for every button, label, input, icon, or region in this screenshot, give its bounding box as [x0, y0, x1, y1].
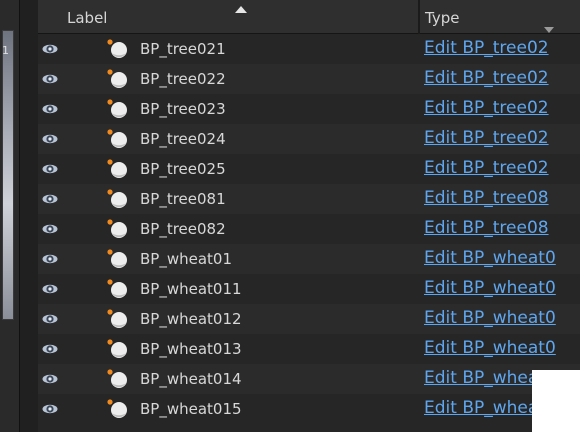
list-item[interactable]: BP_tree024 Edit BP_tree02: [38, 124, 580, 154]
row-label: BP_wheat01: [140, 250, 232, 268]
eye-icon[interactable]: [42, 134, 58, 144]
actor-sphere-icon: [107, 279, 127, 298]
eye-icon[interactable]: [42, 284, 58, 294]
viewport-preview: [2, 30, 14, 320]
actor-sphere-icon: [107, 249, 127, 268]
row-label: BP_tree081: [140, 190, 226, 208]
list-item[interactable]: BP_wheat01 Edit BP_wheat0: [38, 244, 580, 274]
eye-icon[interactable]: [42, 194, 58, 204]
actor-sphere-icon: [107, 309, 127, 328]
row-label: BP_wheat013: [140, 340, 242, 358]
eye-icon[interactable]: [42, 314, 58, 324]
edit-blueprint-link[interactable]: Edit BP_tree08: [424, 218, 549, 238]
row-label: BP_tree021: [140, 40, 226, 58]
list-item[interactable]: BP_tree023 Edit BP_tree02: [38, 94, 580, 124]
list-item[interactable]: BP_wheat014 Edit BP_wheat0: [38, 364, 580, 394]
viewport-edge-text: 1: [2, 44, 9, 57]
eye-icon[interactable]: [42, 254, 58, 264]
edit-blueprint-link[interactable]: Edit BP_wheat0: [424, 338, 556, 358]
actor-sphere-icon: [107, 69, 127, 88]
outliner-header: Label Type: [38, 0, 580, 34]
row-label: BP_wheat015: [140, 400, 242, 418]
list-item-partial: [38, 424, 580, 432]
list-item[interactable]: BP_tree022 Edit BP_tree02: [38, 64, 580, 94]
row-label: BP_tree025: [140, 160, 226, 178]
world-outliner: Label Type BP_tree021 Edit BP_tree02 BP_…: [38, 0, 580, 432]
list-item[interactable]: BP_wheat015 Edit BP_wheat0: [38, 394, 580, 424]
list-item[interactable]: BP_wheat012 Edit BP_wheat0: [38, 304, 580, 334]
actor-sphere-icon: [107, 159, 127, 178]
row-label: BP_tree024: [140, 130, 226, 148]
edit-blueprint-link[interactable]: Edit BP_tree02: [424, 128, 549, 148]
edit-blueprint-link[interactable]: Edit BP_tree02: [424, 158, 549, 178]
list-item[interactable]: BP_tree081 Edit BP_tree08: [38, 184, 580, 214]
edit-blueprint-link[interactable]: Edit BP_tree02: [424, 98, 549, 118]
edit-blueprint-link[interactable]: Edit BP_tree08: [424, 188, 549, 208]
sort-ascending-icon[interactable]: [235, 6, 247, 13]
eye-icon[interactable]: [42, 44, 58, 54]
edit-blueprint-link[interactable]: Edit BP_wheat0: [424, 248, 556, 268]
actor-sphere-icon: [107, 219, 127, 238]
eye-icon[interactable]: [42, 224, 58, 234]
actor-sphere-icon: [107, 129, 127, 148]
row-label: BP_wheat012: [140, 310, 242, 328]
list-item[interactable]: BP_tree021 Edit BP_tree02: [38, 34, 580, 64]
eye-icon[interactable]: [42, 404, 58, 414]
tooltip-popup: [532, 370, 580, 432]
eye-icon[interactable]: [42, 344, 58, 354]
eye-icon[interactable]: [42, 164, 58, 174]
row-label: BP_wheat014: [140, 370, 242, 388]
chevron-down-icon[interactable]: [544, 27, 554, 33]
actor-sphere-icon: [107, 369, 127, 388]
column-resize-handle[interactable]: [418, 0, 420, 34]
list-item[interactable]: BP_wheat013 Edit BP_wheat0: [38, 334, 580, 364]
column-header-type[interactable]: Type: [425, 9, 459, 27]
viewport-edge: 1: [0, 0, 20, 432]
panel-gutter: [20, 0, 38, 432]
outliner-list: BP_tree021 Edit BP_tree02 BP_tree022 Edi…: [38, 34, 580, 424]
row-label: BP_tree082: [140, 220, 226, 238]
row-label: BP_wheat011: [140, 280, 242, 298]
row-label: BP_tree023: [140, 100, 226, 118]
edit-blueprint-link[interactable]: Edit BP_wheat0: [424, 308, 556, 328]
row-label: BP_tree022: [140, 70, 226, 88]
list-item[interactable]: BP_wheat011 Edit BP_wheat0: [38, 274, 580, 304]
actor-sphere-icon: [107, 399, 127, 418]
list-item[interactable]: BP_tree082 Edit BP_tree08: [38, 214, 580, 244]
eye-icon[interactable]: [42, 374, 58, 384]
edit-blueprint-link[interactable]: Edit BP_tree02: [424, 38, 549, 58]
list-item[interactable]: BP_tree025 Edit BP_tree02: [38, 154, 580, 184]
column-header-label[interactable]: Label: [67, 9, 107, 27]
edit-blueprint-link[interactable]: Edit BP_tree02: [424, 68, 549, 88]
eye-icon[interactable]: [42, 104, 58, 114]
actor-sphere-icon: [107, 339, 127, 358]
actor-sphere-icon: [107, 189, 127, 208]
eye-icon[interactable]: [42, 74, 58, 84]
actor-sphere-icon: [107, 39, 127, 58]
edit-blueprint-link[interactable]: Edit BP_wheat0: [424, 278, 556, 298]
actor-sphere-icon: [107, 99, 127, 118]
